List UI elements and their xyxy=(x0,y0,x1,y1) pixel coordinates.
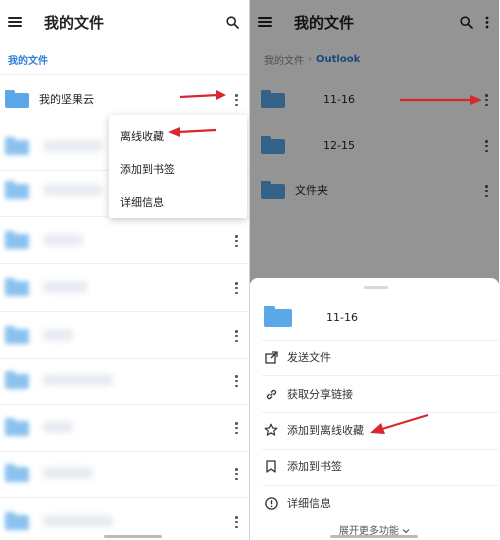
more-options-icon[interactable] xyxy=(235,235,239,247)
blurred-name xyxy=(43,374,113,386)
search-icon[interactable] xyxy=(226,15,239,29)
modal-overlay[interactable] xyxy=(250,0,499,283)
details-item[interactable]: 详细信息 xyxy=(250,485,499,521)
blurred-name xyxy=(43,329,73,341)
folder-name: 我的坚果云 xyxy=(39,93,94,106)
screenshot-root: 我的文件 我的文件 我的坚果云 离线收藏 添加到书签 详细信息 我的文件 我的文… xyxy=(0,0,500,540)
folder-icon xyxy=(264,306,292,327)
send-file-label: 发送文件 xyxy=(287,351,331,364)
sheet-folder-name: 11-16 xyxy=(326,311,358,324)
folder-icon xyxy=(5,90,29,108)
blurred-name xyxy=(43,467,93,479)
blurred-name xyxy=(43,234,83,246)
scrollbar[interactable] xyxy=(104,535,162,538)
list-item[interactable] xyxy=(0,263,249,311)
share-out-icon xyxy=(264,350,278,364)
annotation-arrow xyxy=(168,127,217,137)
list-item[interactable] xyxy=(0,356,249,404)
scrollbar[interactable] xyxy=(330,535,418,538)
more-options-icon[interactable] xyxy=(235,330,239,342)
bookmark-item[interactable]: 添加到书签 xyxy=(250,448,499,484)
star-icon xyxy=(264,423,278,437)
more-options-icon[interactable] xyxy=(235,516,239,528)
folder-icon xyxy=(5,231,29,249)
blurred-name xyxy=(43,515,113,527)
share-link-item[interactable]: 获取分享链接 xyxy=(250,376,499,412)
menu-item-details[interactable]: 详细信息 xyxy=(109,185,247,218)
offline-favorite-label: 添加到离线收藏 xyxy=(287,424,364,437)
bookmark-label: 添加到书签 xyxy=(287,460,342,473)
send-file-item[interactable]: 发送文件 xyxy=(250,339,499,375)
left-screen: 我的文件 我的文件 我的坚果云 离线收藏 添加到书签 详细信息 xyxy=(0,0,249,540)
more-options-icon[interactable] xyxy=(235,282,239,294)
list-item[interactable] xyxy=(0,216,249,264)
folder-icon xyxy=(5,512,29,530)
folder-icon xyxy=(5,326,29,344)
blurred-name xyxy=(43,184,103,196)
share-link-label: 获取分享链接 xyxy=(287,388,353,401)
breadcrumb-root[interactable]: 我的文件 xyxy=(8,52,48,67)
menu-icon[interactable] xyxy=(8,17,22,27)
list-item[interactable] xyxy=(0,403,249,451)
blurred-name xyxy=(43,140,103,152)
annotation-arrow xyxy=(400,95,482,105)
folder-icon xyxy=(5,418,29,436)
folder-icon xyxy=(5,371,29,389)
menu-item-bookmark[interactable]: 添加到书签 xyxy=(109,152,247,185)
list-item[interactable] xyxy=(0,311,249,359)
link-icon xyxy=(264,387,278,401)
folder-icon xyxy=(5,464,29,482)
info-icon xyxy=(264,496,278,510)
folder-icon xyxy=(5,137,29,155)
bookmark-icon xyxy=(264,459,278,473)
page-title: 我的文件 xyxy=(44,13,105,32)
annotation-arrow xyxy=(179,90,226,100)
right-screen: 我的文件 我的文件 › Outlook 11-16 12-15 文件夹 11-1… xyxy=(249,0,499,540)
bottom-sheet: 11-16 发送文件 获取分享链接 添加到离线收藏 添加到书签 详细信息 展开更… xyxy=(250,278,499,540)
list-item[interactable] xyxy=(0,497,249,540)
app-bar: 我的文件 xyxy=(0,0,249,44)
more-options-icon[interactable] xyxy=(235,375,239,387)
breadcrumb: 我的文件 xyxy=(0,44,249,74)
list-item[interactable] xyxy=(0,449,249,497)
more-options-icon[interactable] xyxy=(235,94,239,106)
blurred-name xyxy=(43,421,73,433)
blurred-name xyxy=(43,281,88,293)
annotation-arrow xyxy=(370,413,429,434)
drag-handle[interactable] xyxy=(364,286,388,289)
details-label: 详细信息 xyxy=(287,497,331,510)
more-options-icon[interactable] xyxy=(235,422,239,434)
folder-icon xyxy=(5,181,29,199)
folder-icon xyxy=(5,278,29,296)
more-options-icon[interactable] xyxy=(235,468,239,480)
